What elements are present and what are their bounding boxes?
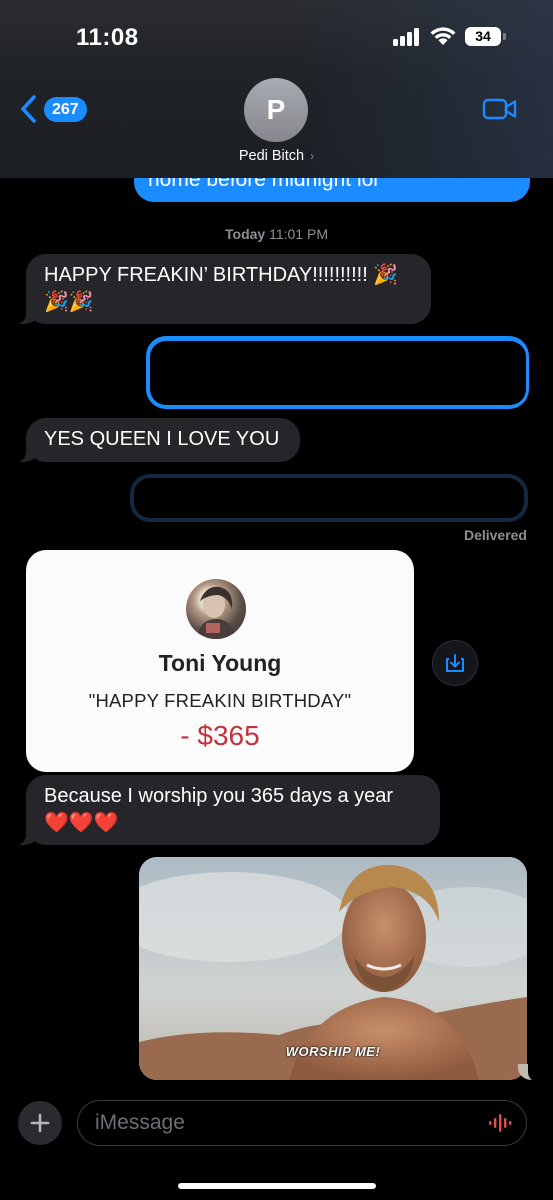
timestamp-day: Today xyxy=(225,226,266,242)
contact-avatar[interactable]: P xyxy=(244,78,308,142)
video-camera-icon[interactable] xyxy=(482,96,518,122)
save-attachment-button[interactable] xyxy=(432,640,478,686)
payer-name: Toni Young xyxy=(158,650,282,676)
imessage-input[interactable]: iMessage xyxy=(77,1100,527,1146)
download-icon xyxy=(446,654,464,672)
plus-icon xyxy=(30,1113,50,1133)
chevron-right-icon: › xyxy=(310,149,315,163)
status-bar: 11:08 34 xyxy=(0,0,553,70)
payment-amount: - $365 xyxy=(180,720,260,751)
incoming-message-bubble[interactable]: HAPPY FREAKIN’ BIRTHDAY!!!!!!!!!! 🎉 🎉🎉 xyxy=(16,254,431,324)
payer-avatar xyxy=(186,579,246,639)
chevron-left-icon xyxy=(21,95,36,123)
redaction-mark xyxy=(150,341,526,405)
unread-count-badge: 267 xyxy=(44,96,87,122)
message-text: HAPPY FREAKIN’ BIRTHDAY!!!!!!!!!! 🎉 🎉🎉 xyxy=(44,262,413,316)
incoming-message-bubble[interactable]: YES QUEEN I LOVE YOU xyxy=(16,418,300,462)
battery-nub xyxy=(503,33,506,40)
delivered-status: Delivered xyxy=(463,527,527,543)
conversation-header: 11:08 34 267 P Pedi Bitch › xyxy=(0,0,553,178)
home-indicator[interactable] xyxy=(178,1183,376,1189)
signal-icon xyxy=(393,28,423,46)
payment-card[interactable]: Toni Young "HAPPY FREAKIN BIRTHDAY" - $3… xyxy=(26,550,414,772)
input-placeholder: iMessage xyxy=(95,1111,185,1134)
incoming-message-bubble[interactable]: Because I worship you 365 days a year ❤️… xyxy=(16,775,440,845)
payment-note: "HAPPY FREAKIN BIRTHDAY" xyxy=(88,690,352,711)
contact-name-button[interactable]: Pedi Bitch › xyxy=(0,148,553,164)
bubble-tail-mask xyxy=(528,1062,542,1082)
image-caption: WORSHIP ME! xyxy=(285,1044,381,1059)
message-line: HAPPY FREAKIN’ BIRTHDAY!!!!!!!!!! 🎉 xyxy=(44,264,399,286)
message-line: 🎉🎉 xyxy=(44,291,94,313)
message-timestamp: Today 11:01 PM xyxy=(0,226,553,242)
wifi-icon xyxy=(430,27,456,45)
message-line: ❤️❤️❤️ xyxy=(44,812,119,834)
redaction-mark xyxy=(134,478,524,518)
image-attachment[interactable]: WORSHIP ME! xyxy=(139,857,527,1080)
back-button[interactable]: 267 xyxy=(18,94,87,124)
message-text: YES QUEEN I LOVE YOU xyxy=(44,428,280,450)
message-line: Because I worship you 365 days a year xyxy=(44,785,394,807)
contact-name: Pedi Bitch xyxy=(238,148,305,164)
add-attachment-button[interactable] xyxy=(18,1101,62,1145)
payer-photo xyxy=(196,586,236,639)
timestamp-time: 11:01 PM xyxy=(269,226,328,242)
audio-waveform-icon[interactable] xyxy=(488,1113,512,1133)
battery-icon: 34 xyxy=(465,27,501,46)
status-time: 11:08 xyxy=(76,24,139,51)
message-text: Because I worship you 365 days a year ❤️… xyxy=(44,783,422,837)
